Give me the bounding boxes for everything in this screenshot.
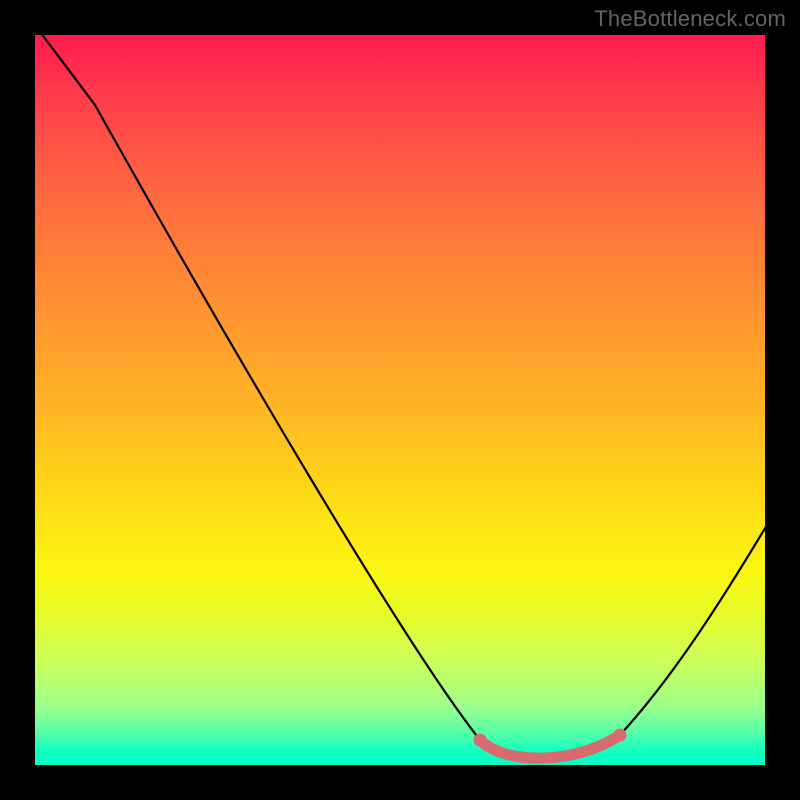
bottleneck-curve	[35, 35, 765, 765]
curve-sweet-spot	[480, 735, 620, 758]
sweet-spot-dot-left	[474, 734, 487, 747]
sweet-spot-dot-right	[614, 729, 627, 742]
plot-area	[35, 35, 765, 765]
curve-path	[35, 35, 765, 758]
chart-frame: TheBottleneck.com	[0, 0, 800, 800]
watermark-text: TheBottleneck.com	[594, 6, 786, 32]
